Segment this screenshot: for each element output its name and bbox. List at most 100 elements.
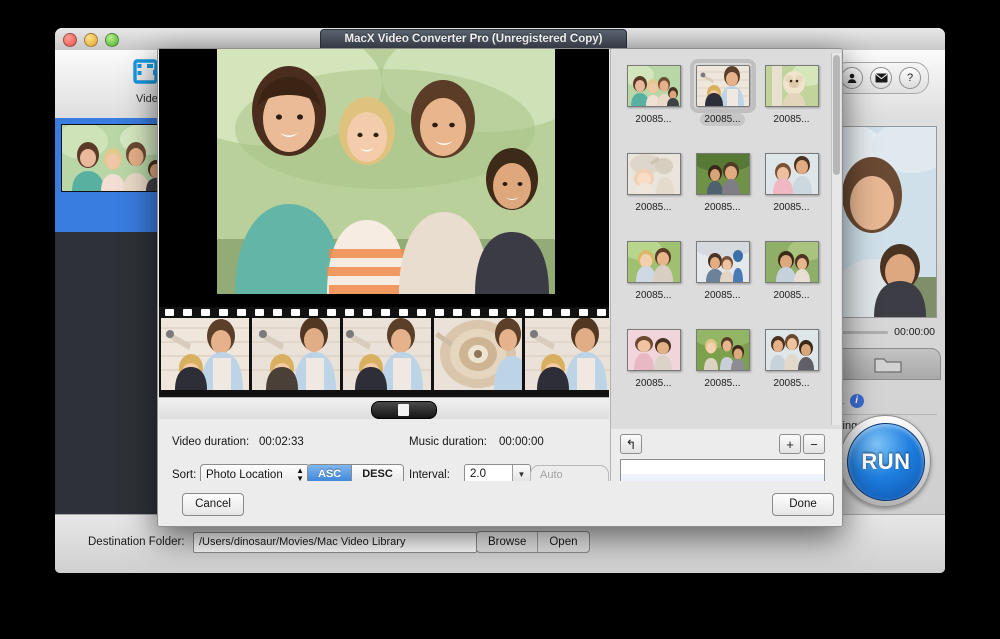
sprocket-hole xyxy=(255,308,264,316)
destination-label: Destination Folder: xyxy=(88,536,185,548)
photo-grid-item[interactable]: 20085... xyxy=(688,58,757,146)
run-button[interactable]: RUN xyxy=(839,415,931,507)
share-icon[interactable]: ↰ xyxy=(620,434,642,454)
sort-label: Sort: xyxy=(172,469,197,481)
photo-label: 20085... xyxy=(773,290,810,301)
video-duration-label: Video duration: xyxy=(172,436,250,448)
timecode-label: 00:00:00 xyxy=(894,326,935,338)
sprocket-hole xyxy=(345,308,354,316)
remove-photo-button[interactable]: − xyxy=(803,434,825,454)
run-button-label: RUN xyxy=(861,449,911,474)
sprocket-hole xyxy=(363,308,372,316)
photo-thumbnail[interactable] xyxy=(626,65,681,107)
filmstrip-frame[interactable] xyxy=(525,318,613,390)
add-photo-button[interactable]: + xyxy=(779,434,801,454)
photo-grid-item[interactable]: 20085... xyxy=(757,146,826,234)
slider-knob[interactable] xyxy=(371,401,437,419)
photo-thumbnail[interactable] xyxy=(626,329,681,371)
photo-grid-item[interactable]: 20085... xyxy=(757,234,826,322)
filmstrip-frame[interactable] xyxy=(161,318,249,390)
sprocket-hole xyxy=(453,308,462,316)
screen: MacX Video Converter Pro (Unregistered C… xyxy=(0,0,1000,639)
sprocket-hole xyxy=(471,308,480,316)
browse-button[interactable]: Browse xyxy=(477,532,537,552)
filmstrip-frame[interactable] xyxy=(434,318,522,390)
photo-label: 20085... xyxy=(704,290,741,301)
done-button[interactable]: Done xyxy=(772,493,834,516)
grid-scrollbar[interactable] xyxy=(831,53,841,425)
destination-input[interactable]: /Users/dinosaur/Movies/Mac Video Library xyxy=(193,532,477,553)
sprocket-hole xyxy=(291,308,300,316)
sprocket-hole xyxy=(579,308,588,316)
grid-scrollbar-thumb[interactable] xyxy=(833,55,840,175)
photo-grid-item[interactable]: 20085... xyxy=(757,322,826,410)
photo-label: 20085... xyxy=(704,378,741,389)
photo-grid-item[interactable]: 20085... xyxy=(619,58,688,146)
dialog-footer: Cancel Done xyxy=(158,481,842,526)
photo-grid-item[interactable]: 20085... xyxy=(688,146,757,234)
photo-thumbnail[interactable] xyxy=(764,241,819,283)
photo-grid-item[interactable]: 20085... xyxy=(757,58,826,146)
photo-thumbnail[interactable] xyxy=(764,65,819,107)
photo-label: 20085... xyxy=(773,378,810,389)
filmstrip-frames[interactable] xyxy=(159,318,613,390)
sprocket-hole xyxy=(309,308,318,316)
sprocket-hole xyxy=(525,308,534,316)
music-duration-value: 00:00:00 xyxy=(499,436,544,448)
account-icon[interactable] xyxy=(841,67,863,89)
sprocket-hole xyxy=(561,308,570,316)
zoom-button[interactable] xyxy=(105,33,119,47)
folder-icon[interactable] xyxy=(835,354,940,374)
window-controls[interactable] xyxy=(63,33,119,47)
photo-label: 20085... xyxy=(635,114,672,125)
interval-label: Interval: xyxy=(409,469,450,481)
sprocket-row xyxy=(159,307,696,317)
cancel-button[interactable]: Cancel xyxy=(182,493,244,516)
photo-grid-item[interactable]: 20085... xyxy=(619,234,688,322)
photo-grid-item[interactable]: 20085... xyxy=(688,234,757,322)
photo-label: 20085... xyxy=(700,113,745,126)
sprocket-hole xyxy=(507,308,516,316)
photo-grid-item[interactable]: 20085... xyxy=(619,322,688,410)
preview-image xyxy=(217,49,555,294)
mail-icon[interactable] xyxy=(870,67,892,89)
photo-label: 20085... xyxy=(635,378,672,389)
sprocket-hole xyxy=(435,308,444,316)
filmstrip-frame[interactable] xyxy=(343,318,431,390)
photo-thumbnail[interactable] xyxy=(626,153,681,195)
photo-thumbnail[interactable] xyxy=(695,153,750,195)
sprocket-hole xyxy=(399,308,408,316)
sort-select-value: Photo Location xyxy=(206,468,283,481)
slideshow-dialog: Video duration: 00:02:33 Music duration:… xyxy=(157,48,843,527)
help-icon[interactable]: ? xyxy=(899,67,921,89)
filmstrip[interactable] xyxy=(159,307,696,397)
sprocket-hole xyxy=(381,308,390,316)
photo-grid-item[interactable]: 20085... xyxy=(619,146,688,234)
sprocket-hole xyxy=(201,308,210,316)
photo-thumbnail[interactable] xyxy=(626,241,681,283)
preview-stage xyxy=(159,49,609,307)
photo-thumbnail[interactable] xyxy=(764,329,819,371)
photo-grid[interactable]: 20085... 20085... 20085... 20085... 20085...… xyxy=(610,49,842,429)
sprocket-hole xyxy=(183,308,192,316)
photo-thumbnail[interactable] xyxy=(689,59,756,113)
filmstrip-slider[interactable] xyxy=(159,397,609,421)
photo-label: 20085... xyxy=(773,202,810,213)
photo-thumbnail[interactable] xyxy=(695,329,750,371)
sprocket-hole xyxy=(165,308,174,316)
minimize-button[interactable] xyxy=(84,33,98,47)
header-button-group: ? xyxy=(833,62,929,94)
sprocket-hole xyxy=(237,308,246,316)
open-button[interactable]: Open xyxy=(537,532,588,552)
photo-thumbnail[interactable] xyxy=(764,153,819,195)
run-button-face[interactable]: RUN xyxy=(847,423,925,501)
filmstrip-frame[interactable] xyxy=(252,318,340,390)
info-icon[interactable]: i xyxy=(849,394,864,408)
sprocket-hole xyxy=(597,308,606,316)
close-button[interactable] xyxy=(63,33,77,47)
photo-thumbnail[interactable] xyxy=(695,241,750,283)
sprocket-hole xyxy=(273,308,282,316)
photo-grid-item[interactable]: 20085... xyxy=(688,322,757,410)
photo-label: 20085... xyxy=(704,202,741,213)
sprocket-hole xyxy=(543,308,552,316)
